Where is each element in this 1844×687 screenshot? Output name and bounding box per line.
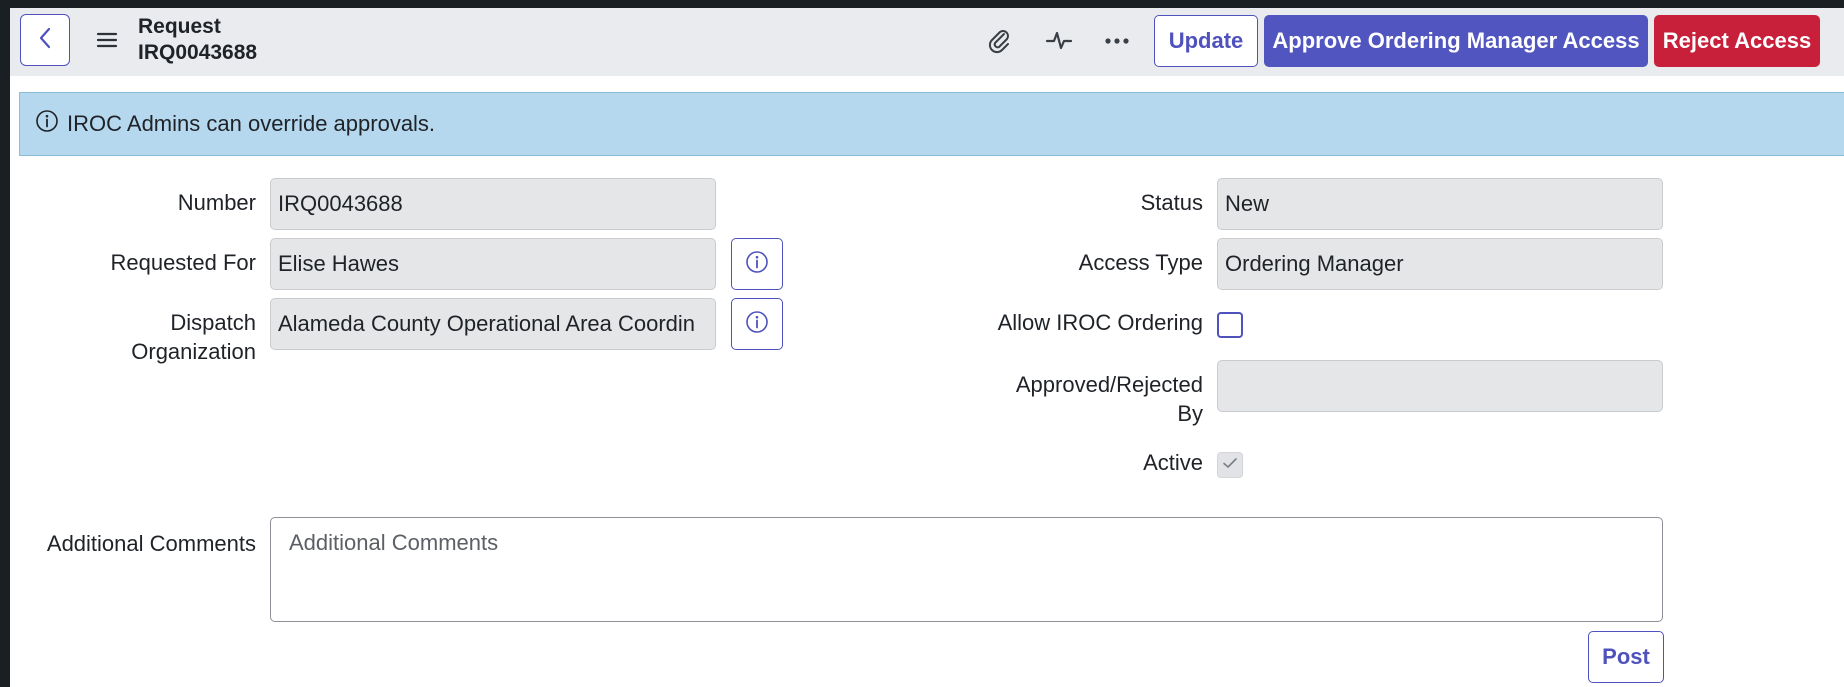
chevron-left-icon [38,26,52,55]
info-banner: IROC Admins can override approvals. [19,92,1844,156]
allow-iroc-ordering-checkbox[interactable] [1217,312,1243,338]
activity-pulse-icon [1045,28,1073,57]
approved-rejected-by-field[interactable] [1217,360,1663,412]
attachment-button[interactable] [984,28,1014,56]
approved-rejected-by-label: Approved/Rejected By [910,370,1203,428]
number-field[interactable]: IRQ0043688 [270,178,716,230]
checkmark-icon [1222,456,1238,475]
back-button[interactable] [20,14,70,66]
form-menu-button[interactable] [96,30,118,50]
dispatch-organization-field[interactable]: Alameda County Operational Area Coordin [270,298,716,350]
dispatch-organization-label: Dispatch Organization [10,308,256,366]
record-number-label: IRQ0043688 [138,41,258,64]
approve-button[interactable]: Approve Ordering Manager Access [1264,15,1648,67]
additional-comments-input[interactable]: Additional Comments [270,517,1663,622]
active-checkbox [1217,452,1243,478]
status-field[interactable]: New [1217,178,1663,230]
info-circle-icon [745,250,769,279]
hamburger-menu-icon [96,32,118,54]
number-label: Number [177,190,256,215]
allow-iroc-ordering-label: Allow IROC Ordering [997,310,1203,335]
form-view: Request IRQ0043688 Update Approve Orderi… [10,8,1844,687]
dispatch-organization-info-button[interactable] [731,298,783,350]
reject-button[interactable]: Reject Access [1654,15,1820,67]
post-button[interactable]: Post [1588,631,1664,683]
requested-for-label: Requested For [110,250,256,275]
more-options-button[interactable] [1102,28,1132,56]
dispatch-label-line1: Dispatch [170,310,256,335]
status-label: Status [1140,190,1203,215]
activity-button[interactable] [1044,28,1074,56]
active-label: Active [1143,450,1203,475]
access-type-label: Access Type [1078,250,1203,275]
form-header: Request IRQ0043688 Update Approve Orderi… [10,8,1844,76]
approved-by-label-line2: By [1177,401,1203,426]
dispatch-label-line2: Organization [131,339,256,364]
access-type-field[interactable]: Ordering Manager [1217,238,1663,290]
requested-for-field[interactable]: Elise Hawes [270,238,716,290]
paperclip-icon [986,26,1012,59]
info-circle-icon [35,109,67,139]
additional-comments-label: Additional Comments [46,531,256,556]
more-dots-icon [1104,33,1130,51]
banner-message: IROC Admins can override approvals. [67,111,436,136]
info-circle-icon [745,310,769,339]
requested-for-info-button[interactable] [731,238,783,290]
update-button[interactable]: Update [1154,15,1258,67]
record-type-label: Request [138,15,221,38]
approved-by-label-line1: Approved/Rejected [1015,372,1203,397]
record-title: Request IRQ0043688 [138,14,257,66]
